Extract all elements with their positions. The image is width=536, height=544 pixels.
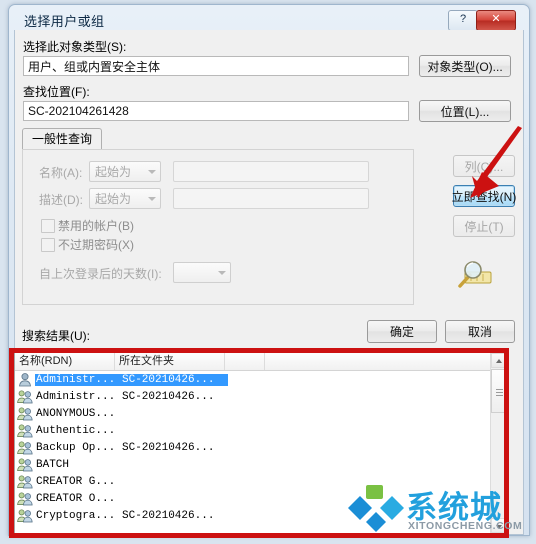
results-label: 搜索结果(U): [22,329,90,343]
column-header-folder[interactable]: 所在文件夹 [115,353,225,370]
days-since-logon-label: 自上次登录后的天数(I): [39,267,162,281]
row-folder: SC-20210426... [122,441,215,454]
general-query-panel: 名称(A): 起始为 描述(D): 起始为 禁用的帐户(B) 不过期密码(X) … [22,149,414,305]
description-label: 描述(D): [39,193,83,207]
object-type-button[interactable]: 对象类型(O)... [419,55,511,77]
search-magnifier-icon [458,261,492,288]
ok-button[interactable]: 确定 [367,320,437,343]
non-expiring-password-label: 不过期密码(X) [58,238,134,252]
list-header: 名称(RDN) 所在文件夹 [15,353,507,371]
table-row[interactable]: CREATOR O... [15,490,491,507]
tab-general-query[interactable]: 一般性查询 [22,128,103,151]
group-icon [17,491,33,506]
user-icon [17,372,33,387]
window-title: 选择用户或组 [24,14,105,29]
find-now-button[interactable]: 立即查找(N) [452,185,516,207]
row-name: Authentic... [36,424,116,437]
disabled-accounts-label: 禁用的帐户(B) [58,219,134,233]
column-header-extra[interactable] [225,353,265,370]
table-row[interactable]: BATCH [15,456,491,473]
columns-button[interactable]: 列(C)... [453,155,515,177]
group-icon [17,474,33,489]
location-value: SC-202104261428 [28,104,129,118]
chevron-down-icon [148,170,156,174]
row-folder: SC-20210426... [122,390,215,403]
description-condition-value: 起始为 [95,192,132,206]
table-row[interactable]: Administr... SC-20210426... [15,388,491,405]
table-row[interactable]: Authentic... [15,422,491,439]
name-condition-value: 起始为 [95,165,132,179]
location-button[interactable]: 位置(L)... [419,100,511,122]
close-icon[interactable]: ✕ [476,10,516,31]
row-name: ANONYMOUS... [36,407,116,420]
chevron-down-icon [218,271,226,275]
object-type-label: 选择此对象类型(S): [23,40,127,54]
results-rows: Administr... SC-20210426... Administr... SC… [15,371,491,533]
group-icon [17,440,33,455]
object-type-field[interactable]: 用户、组或内置安全主体 [23,56,409,76]
scroll-up-icon[interactable] [491,353,506,368]
description-input[interactable] [173,188,369,209]
row-folder: SC-20210426... [122,509,215,522]
group-icon [17,389,33,404]
group-icon [17,457,33,472]
days-since-logon-select[interactable] [173,262,231,283]
name-condition-select[interactable]: 起始为 [89,161,161,182]
row-name: BATCH [36,458,70,471]
table-row[interactable]: Administr... SC-20210426... [15,371,491,388]
chevron-down-icon [148,197,156,201]
tab-strip: 一般性查询 [22,128,414,151]
object-type-value: 用户、组或内置安全主体 [28,59,161,74]
title-bar[interactable]: 选择用户或组 ? ✕ [14,8,522,32]
table-row[interactable]: CREATOR G... [15,473,491,490]
results-list[interactable]: 名称(RDN) 所在文件夹 Administr... SC-20210426...… [14,352,508,534]
cancel-button[interactable]: 取消 [445,320,515,343]
description-condition-select[interactable]: 起始为 [89,188,161,209]
stop-button[interactable]: 停止(T) [453,215,515,237]
help-icon[interactable]: ? [448,10,478,31]
group-icon [17,406,33,421]
row-folder: SC-20210426... [120,373,228,386]
row-name: Administr... [35,373,120,386]
column-header-name[interactable]: 名称(RDN) [15,353,115,370]
scrollbar-thumb[interactable] [491,369,506,413]
row-name: Cryptogra... [36,509,116,522]
table-row[interactable]: Backup Op... SC-20210426... [15,439,491,456]
row-name: Backup Op... [36,441,116,454]
row-name: Administr... [36,390,116,403]
scroll-down-icon[interactable] [491,518,506,533]
location-field[interactable]: SC-202104261428 [23,101,409,121]
row-name: CREATOR O... [36,492,116,505]
group-icon [17,423,33,438]
table-row[interactable]: Cryptogra... SC-20210426... [15,507,491,524]
disabled-accounts-checkbox[interactable] [41,219,55,233]
name-label: 名称(A): [39,166,83,180]
group-icon [17,508,33,523]
location-label: 查找位置(F): [23,85,90,99]
row-name: CREATOR G... [36,475,116,488]
table-row[interactable]: ANONYMOUS... [15,405,491,422]
results-scrollbar[interactable] [490,353,507,533]
non-expiring-password-checkbox[interactable] [41,238,55,252]
name-input[interactable] [173,161,369,182]
